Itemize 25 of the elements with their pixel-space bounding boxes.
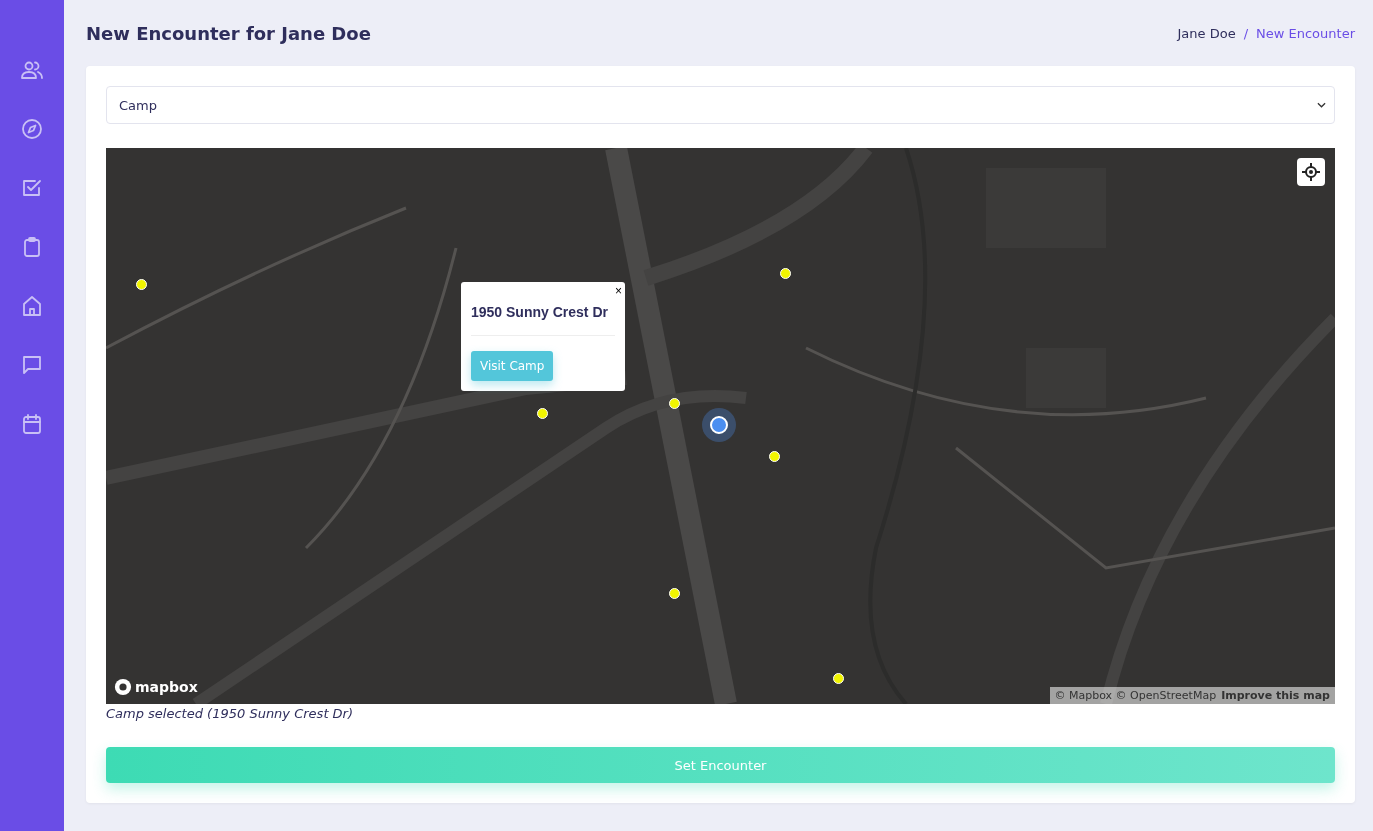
- breadcrumb-separator: /: [1243, 25, 1249, 41]
- chevron-down-icon: [1317, 102, 1326, 108]
- page-title: New Encounter for Jane Doe: [86, 22, 371, 44]
- locate-button[interactable]: [1297, 158, 1325, 186]
- breadcrumb-link[interactable]: Jane Doe: [1177, 25, 1236, 41]
- map-pin[interactable]: [833, 673, 844, 684]
- popup-title: 1950 Sunny Crest Dr: [471, 304, 609, 320]
- map-pin[interactable]: [537, 408, 548, 419]
- selection-note: Camp selected (1950 Sunny Crest Dr): [106, 706, 355, 721]
- attribution-text: © Mapbox © OpenStreetMap: [1054, 689, 1217, 702]
- improve-map-link[interactable]: Improve this map: [1221, 689, 1330, 702]
- close-button[interactable]: ×: [615, 285, 622, 297]
- logo-text: mapbox: [135, 679, 198, 695]
- map-pin[interactable]: [669, 588, 680, 599]
- map-pin[interactable]: [769, 451, 780, 462]
- map-pin[interactable]: [136, 279, 147, 290]
- type-select[interactable]: Camp: [106, 86, 1335, 124]
- logo-icon: [114, 678, 132, 696]
- home-icon[interactable]: [20, 294, 44, 318]
- calendar-icon[interactable]: [20, 412, 44, 436]
- map-pin[interactable]: [780, 268, 791, 279]
- breadcrumb-link[interactable]: New Encounter: [1256, 25, 1355, 41]
- map-pin[interactable]: [669, 398, 680, 409]
- chat-icon[interactable]: [20, 353, 44, 377]
- compass-icon[interactable]: [20, 117, 44, 141]
